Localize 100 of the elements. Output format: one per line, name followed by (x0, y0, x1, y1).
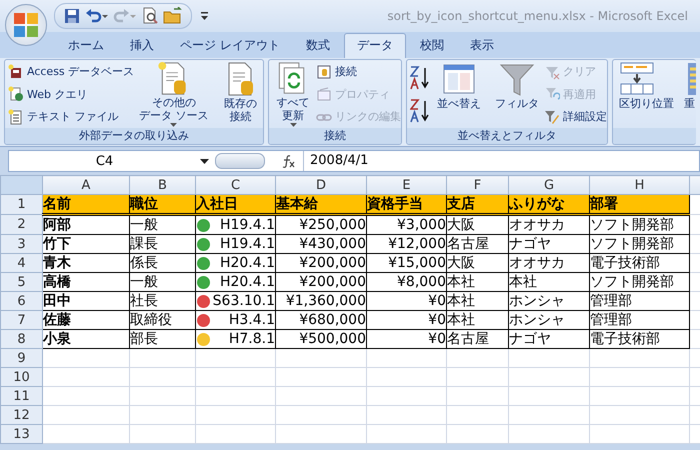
ribbon-button[interactable]: 接続 (316, 62, 401, 81)
table-cell: 高橋 (42, 272, 130, 292)
ribbon-large-button[interactable]: 重 (681, 61, 696, 127)
column-header[interactable]: D (276, 176, 366, 194)
table-cell: 一般 (130, 214, 196, 234)
database-icon (8, 64, 24, 80)
ribbon-tab[interactable]: ホーム (56, 34, 116, 58)
table-cell: 課長 (130, 234, 196, 254)
ribbon-tab[interactable]: 表示 (458, 34, 506, 58)
column-header[interactable]: H (590, 176, 690, 194)
undo-icon[interactable] (85, 7, 109, 25)
table-cell: ¥500,000 (276, 330, 366, 348)
table-cell: ホンシャ (508, 310, 590, 330)
row-header[interactable]: 2 (0, 214, 42, 234)
ribbon-large-button[interactable]: その他の データ ソース (136, 61, 212, 127)
table-cell: H19.4.1 (196, 214, 276, 234)
ribbon-large-button[interactable]: すべて 更新 (272, 61, 314, 127)
ribbon-large-button[interactable]: 既存の 接続 (220, 61, 262, 127)
table-cell: ¥250,000 (276, 214, 366, 234)
ribbon-tab[interactable]: ページ レイアウト (168, 34, 292, 58)
table-cell: H19.4.1 (196, 234, 276, 254)
resize-handle[interactable] (215, 153, 265, 169)
table-cell: 管理部 (590, 310, 690, 330)
table-cell: 青木 (42, 254, 130, 272)
office-logo-icon (11, 10, 41, 40)
customize-caret-icon[interactable] (200, 10, 210, 22)
row-header[interactable]: 4 (0, 254, 42, 272)
formula-field[interactable]: 2008/4/1 (303, 151, 699, 171)
group-label: 接続 (269, 128, 401, 144)
table-cell: ¥200,000 (276, 272, 366, 292)
table-cell: 名古屋 (446, 330, 508, 348)
table-cell: ¥8,000 (366, 272, 446, 292)
table-cell: ナゴヤ (508, 330, 590, 348)
ribbon-large-button[interactable]: フィルタ (492, 61, 542, 127)
table-cell: 名古屋 (446, 234, 508, 254)
table-cell: 本社 (446, 272, 508, 292)
folder-icon[interactable] (163, 7, 183, 25)
text-to-columns-icon (619, 61, 655, 97)
ribbon-tab[interactable]: 数式 (294, 34, 342, 58)
column-header[interactable]: F (446, 176, 508, 194)
ribbon-tab[interactable]: データ (344, 33, 406, 58)
row-header[interactable]: 11 (0, 386, 42, 406)
column-header[interactable]: E (366, 176, 446, 194)
table-cell: 佐藤 (42, 310, 130, 330)
save-icon[interactable] (63, 7, 81, 25)
ribbon-button[interactable]: Access データベース (8, 62, 134, 81)
column-header[interactable]: G (508, 176, 590, 194)
window-title: sort_by_icon_shortcut_menu.xlsx - Microsoft Excel (386, 9, 689, 23)
column-header[interactable]: A (42, 176, 130, 194)
table-cell: H20.4.1 (196, 254, 276, 272)
ribbon-tab[interactable]: 挿入 (118, 34, 166, 58)
table-cell: ソフト開発部 (590, 214, 690, 234)
ribbon-button[interactable]: 詳細設定 (544, 107, 607, 126)
table-cell: 大阪 (446, 214, 508, 234)
globe-page-icon (8, 86, 24, 102)
row-header[interactable]: 6 (0, 292, 42, 310)
table-cell: 竹下 (42, 234, 130, 254)
table-cell: H7.8.1 (196, 330, 276, 348)
table-cell: ¥12,000 (366, 234, 446, 254)
connection-icon (316, 64, 332, 80)
header-cell: 職位 (130, 194, 196, 214)
column-header[interactable]: B (130, 176, 196, 194)
table-cell: ¥0 (366, 292, 446, 310)
table-cell: ¥0 (366, 310, 446, 330)
row-header[interactable]: 3 (0, 234, 42, 254)
header-cell: 資格手当 (366, 194, 446, 214)
name-box[interactable]: C4 (9, 151, 215, 171)
text-file-icon (8, 108, 24, 124)
table-cell: 一般 (130, 272, 196, 292)
table-cell: H3.4.1 (196, 310, 276, 330)
row-header[interactable]: 10 (0, 368, 42, 386)
row-header[interactable]: 7 (0, 310, 42, 330)
table-cell: 電子技術部 (590, 254, 690, 272)
table-cell: 取締役 (130, 310, 196, 330)
table-cell: ¥0 (366, 330, 446, 348)
ribbon-large-button[interactable]: 区切り位置 (616, 61, 677, 127)
row-header[interactable]: 13 (0, 424, 42, 444)
dropdown-caret-icon (200, 158, 209, 164)
table-cell: 本社 (446, 292, 508, 310)
ribbon-button[interactable]: テキスト ファイル (8, 107, 134, 126)
row-header[interactable]: 5 (0, 272, 42, 292)
ribbon-tab[interactable]: 校閲 (408, 34, 456, 58)
table-cell: 本社 (446, 310, 508, 330)
office-button[interactable] (5, 4, 47, 46)
table-cell: 社長 (130, 292, 196, 310)
row-header[interactable]: 1 (0, 194, 42, 214)
table-cell: ソフト開発部 (590, 234, 690, 254)
row-header[interactable]: 12 (0, 406, 42, 424)
column-header[interactable]: C (196, 176, 276, 194)
row-header[interactable]: 9 (0, 348, 42, 368)
table-cell: 小泉 (42, 330, 130, 348)
table-cell: ¥680,000 (276, 310, 366, 330)
advanced-filter-icon (544, 108, 560, 124)
row-header[interactable]: 8 (0, 330, 42, 348)
ribbon-button[interactable]: Web クエリ (8, 84, 134, 104)
table-cell: ¥15,000 (366, 254, 446, 272)
print-preview-icon[interactable] (141, 7, 159, 25)
ribbon-large-button[interactable]: 並べ替え (434, 61, 484, 127)
insert-function-icon[interactable] (281, 154, 295, 168)
table-cell: ¥3,000 (366, 214, 446, 234)
